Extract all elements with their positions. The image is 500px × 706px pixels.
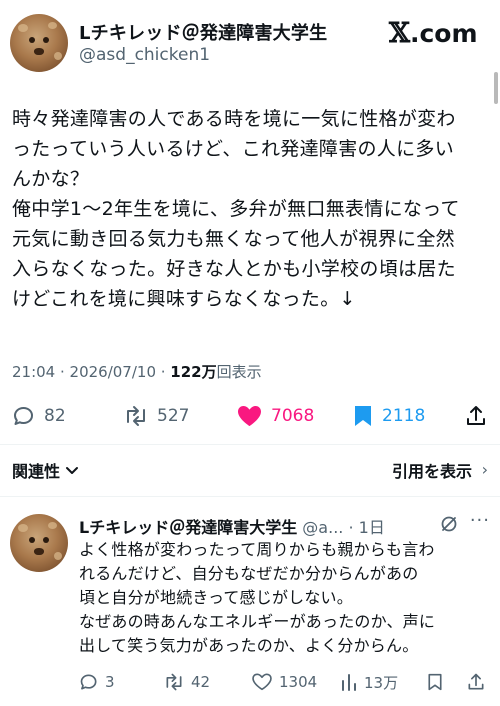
author-avatar[interactable] <box>10 14 68 72</box>
bookmark-button[interactable]: 2118 <box>352 398 425 434</box>
reply-share-button[interactable] <box>466 668 492 696</box>
reply-text-line: よく性格が変わったって周りからも親からも言わ <box>79 540 435 559</box>
reply-reply-count: 3 <box>105 673 115 691</box>
reply-reply-button[interactable]: 3 <box>79 668 115 696</box>
bookmark-count: 2118 <box>382 406 426 426</box>
reply-text-line: れるんだけど、自分もなぜだか分からんがあの <box>79 564 419 583</box>
share-icon <box>467 406 485 425</box>
related-label: 関連性 <box>12 462 61 481</box>
grok-icon[interactable] <box>440 515 458 533</box>
related-link[interactable]: 関連性 <box>12 458 80 482</box>
view-count: 122万 <box>170 363 217 381</box>
post-text-line: 俺中学1〜2年生を境に、多弁が無口無表情になって <box>12 198 460 220</box>
author-handle[interactable]: @asd_chicken1 <box>79 45 210 65</box>
bookmark-icon <box>428 673 442 691</box>
repost-icon <box>127 406 145 426</box>
author-name[interactable]: Lチキレッド＠発達障害大学生 <box>79 19 327 45</box>
post-text: 時々発達障害の人である時を境に一気に性格が変わ ったっていう人いるけど、これ発達… <box>12 104 492 314</box>
avatar-texture <box>18 524 28 532</box>
like-count: 7068 <box>271 406 315 426</box>
heart-filled-icon <box>238 406 261 426</box>
avatar-eye <box>29 37 35 43</box>
avatar-eye <box>43 537 49 543</box>
reply-repost-button[interactable]: 42 <box>163 668 210 696</box>
avatar-texture <box>18 24 28 32</box>
more-options-icon[interactable]: ··· <box>470 510 490 531</box>
reply-separator: · <box>348 518 354 537</box>
repost-count: 527 <box>157 406 190 426</box>
x-logo-text: com <box>419 19 478 48</box>
x-logo: 𝕏.com <box>389 18 478 49</box>
reply-text-line: 出して笑う気力があったのか、よく分からん。 <box>79 636 419 655</box>
post-text-line: 時々発達障害の人である時を境に一気に性格が変わ <box>12 108 456 130</box>
avatar-texture <box>54 52 62 60</box>
view-quotes-link[interactable]: 引用を表示 <box>392 458 472 482</box>
reply-view-count: 13万 <box>364 673 399 692</box>
reply-bookmark-button[interactable] <box>426 668 450 696</box>
analytics-icon <box>342 674 356 691</box>
post-timestamp[interactable]: 21:04 · 2026/07/10 · <box>12 363 170 381</box>
reply-actions: 3 42 1304 13万 <box>0 668 500 696</box>
view-label: 回表示 <box>216 363 262 381</box>
post-actions: 82 527 7068 2118 <box>0 398 500 434</box>
avatar-mouth <box>34 548 44 555</box>
avatar-texture <box>48 522 57 529</box>
reply-text: よく性格が変わったって周りからも親からも言わ れるんだけど、自分もなぜだか分から… <box>79 538 494 658</box>
avatar-texture <box>54 552 62 560</box>
reply-text-line: 頃と自分が地続きって感じがしない。 <box>79 588 353 607</box>
avatar-texture <box>48 22 57 29</box>
x-logo-icon: 𝕏 <box>389 18 410 49</box>
reply-like-button[interactable]: 1304 <box>251 668 317 696</box>
reply-count: 82 <box>44 406 66 426</box>
reply-button[interactable]: 82 <box>12 398 66 434</box>
reply-like-count: 1304 <box>279 673 318 691</box>
reply-author-avatar[interactable] <box>10 514 68 572</box>
reply-time[interactable]: 1日 <box>359 518 385 537</box>
chevron-down-icon <box>66 467 79 474</box>
like-button[interactable]: 7068 <box>236 398 314 434</box>
share-button[interactable] <box>464 398 496 434</box>
post-text-line: 入らなくなった。好きな人とかも小学校の頃は居た <box>12 258 456 280</box>
avatar-eye <box>29 537 35 543</box>
reply-author-handle[interactable]: @a... <box>302 518 343 537</box>
bookmark-filled-icon <box>355 406 371 426</box>
divider <box>0 496 500 497</box>
scrollbar[interactable] <box>494 72 498 104</box>
post-text-line: ったっていう人いるけど、これ発達障害の人に多い <box>12 138 455 160</box>
post-text-line: んかな？ <box>12 168 90 190</box>
reply-author-name[interactable]: Lチキレッド＠発達障害大学生 <box>79 518 297 537</box>
reply-icon <box>80 674 97 690</box>
post-text-line: けどこれを境に興味すらなくなった。↓ <box>12 288 356 310</box>
share-icon <box>468 673 484 690</box>
avatar-mouth <box>34 48 44 55</box>
reply-repost-count: 42 <box>191 673 211 691</box>
chevron-right-icon: › <box>481 460 488 479</box>
reply-header: Lチキレッド＠発達障害大学生 @a... · 1日 ··· <box>79 510 494 537</box>
post-text-line: 元気に動き回る気力も無くなって他人が視界に全然 <box>12 228 455 250</box>
divider <box>0 444 500 445</box>
avatar-eye <box>43 37 49 43</box>
reply-text-line: なぜあの時あんなエネルギーがあったのか、声に <box>79 612 436 631</box>
reply-icon <box>14 407 33 425</box>
repost-icon <box>166 673 182 691</box>
repost-button[interactable]: 527 <box>123 398 189 434</box>
post-header: Lチキレッド＠発達障害大学生 @asd_chicken1 𝕏.com <box>0 0 500 90</box>
post-meta: 21:04 · 2026/07/10 · 122万回表示 <box>12 361 262 382</box>
reply-views-button[interactable]: 13万 <box>340 668 398 696</box>
heart-icon <box>252 673 272 691</box>
